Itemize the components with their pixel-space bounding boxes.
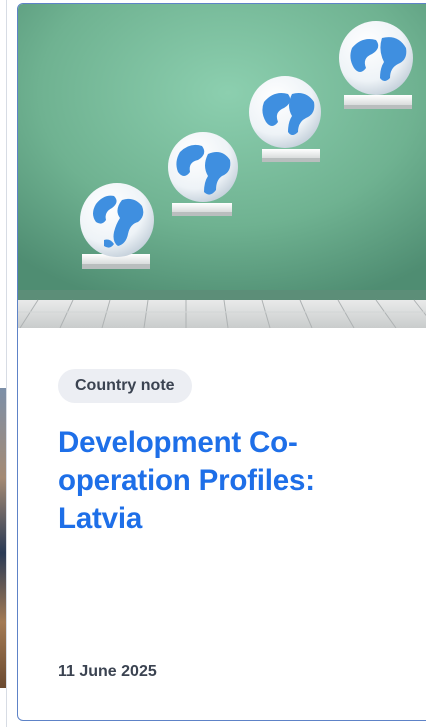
previous-card-border — [6, 0, 7, 727]
globes-on-shelves-image — [18, 4, 426, 328]
previous-card-edge[interactable] — [0, 0, 7, 727]
publication-title-link[interactable]: Development Co-operation Profiles: Latvi… — [58, 424, 388, 538]
card-body: Country note Development Co-operation Pr… — [18, 328, 426, 720]
publication-date: 11 June 2025 — [58, 663, 157, 680]
publication-card[interactable]: Country note Development Co-operation Pr… — [17, 3, 426, 721]
content-type-tag: Country note — [58, 369, 192, 403]
previous-card-image — [0, 388, 6, 688]
page: Country note Development Co-operation Pr… — [0, 0, 426, 727]
card-image[interactable] — [18, 4, 426, 328]
